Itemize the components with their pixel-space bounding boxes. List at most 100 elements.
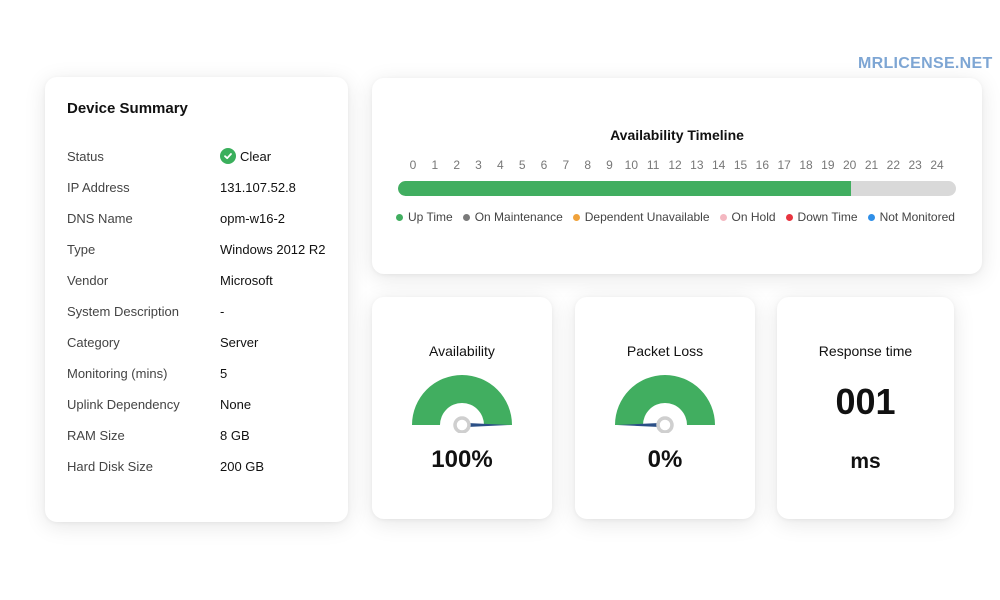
legend-dot-icon: [719, 213, 727, 221]
hour-tick-12: 12: [668, 158, 682, 172]
summary-key: System Description: [67, 304, 179, 319]
hour-tick-16: 16: [755, 158, 770, 172]
legend-item: Up Time: [396, 210, 453, 224]
hour-tick-15: 15: [733, 158, 748, 172]
hour-tick-17: 17: [777, 158, 791, 172]
packet-loss-title: Packet Loss: [626, 343, 704, 359]
summary-value: 8 GB: [220, 428, 250, 443]
summary-row-type: Type Windows 2012 R2: [67, 242, 337, 273]
summary-value: opm-w16-2: [220, 211, 286, 226]
device-summary-title: Device Summary: [67, 100, 188, 117]
summary-row-ram-size: RAM Size 8 GB: [67, 428, 337, 459]
hour-tick-11: 11: [646, 158, 660, 172]
hour-tick-8: 8: [584, 158, 591, 172]
hour-tick-3: 3: [475, 158, 482, 172]
hour-tick-14: 14: [711, 158, 726, 172]
summary-key: IP Address: [67, 180, 130, 195]
legend-label: On Maintenance: [474, 210, 563, 224]
summary-value: Server: [220, 335, 259, 350]
summary-key: DNS Name: [67, 211, 133, 226]
legend-dot-icon: [572, 213, 580, 221]
summary-value: Windows 2012 R2: [220, 242, 326, 257]
legend-dot-icon: [785, 213, 793, 221]
legend-label: Dependent Unavailable: [584, 210, 710, 224]
summary-row-vendor: Vendor Microsoft: [67, 273, 337, 304]
packet-loss-value: 0%: [647, 446, 683, 473]
summary-row-uplink-dependency: Uplink Dependency None: [67, 397, 337, 428]
summary-key: Hard Disk Size: [67, 459, 153, 474]
hour-tick-2: 2: [453, 158, 460, 172]
hour-tick-0: 0: [409, 158, 417, 172]
response-time-value: 001: [835, 381, 896, 422]
availability-gauge: [412, 375, 512, 433]
hour-tick-6: 6: [540, 158, 548, 172]
summary-value: 5: [220, 366, 228, 381]
legend-label: Up Time: [408, 210, 453, 224]
hour-tick-10: 10: [624, 158, 639, 172]
uptime-fill: [398, 181, 852, 196]
timeline-track[interactable]: [398, 181, 956, 196]
summary-key: Type: [67, 242, 96, 257]
legend-dot-icon: [396, 213, 403, 221]
hour-tick-22: 22: [886, 158, 901, 172]
summary-value: -: [220, 304, 225, 319]
summary-key: Category: [67, 335, 120, 350]
summary-row-dns-name: DNS Name opm-w16-2: [67, 211, 337, 242]
legend-dot-icon: [867, 213, 875, 221]
hour-tick-20: 20: [842, 158, 857, 172]
timeline-title: Availability Timeline: [610, 127, 744, 143]
summary-row-hard-disk-size: Hard Disk Size 200 GB: [67, 459, 337, 490]
summary-key: Vendor: [67, 273, 109, 288]
hour-tick-13: 13: [690, 158, 704, 172]
hour-tick-9: 9: [606, 158, 613, 172]
summary-key: Status: [67, 149, 104, 164]
summary-value: Microsoft: [220, 273, 273, 288]
summary-row-category: Category Server: [67, 335, 337, 366]
availability-title: Availability: [429, 343, 495, 359]
device-summary-card: Device Summary Status Clear IP Address 1…: [45, 77, 348, 522]
hour-tick-1: 1: [431, 158, 439, 172]
check-circle-icon: [220, 148, 236, 164]
legend-item: On Maintenance: [462, 210, 563, 224]
hour-tick-5: 5: [518, 158, 526, 172]
watermark-text: MRLICENSE.NET: [858, 55, 993, 72]
summary-key: Monitoring (mins): [67, 366, 168, 381]
hour-tick-19: 19: [821, 158, 835, 172]
response-time-unit: ms: [850, 450, 881, 473]
legend-item: On Hold: [719, 210, 776, 224]
packet-loss-card: Packet Loss 0%: [575, 297, 755, 519]
legend-item: Dependent Unavailable: [572, 210, 710, 224]
legend-item: Not Monitored: [867, 210, 955, 224]
availability-timeline-card: Availability Timeline 0 1 2 3 4 5 6 7 8 9 10 11 12 13…: [372, 78, 982, 274]
summary-row-monitoring: Monitoring (mins) 5: [67, 366, 337, 397]
summary-row-status: Status Clear: [67, 148, 337, 180]
hour-tick-24: 24: [930, 158, 944, 172]
summary-key: Uplink Dependency: [67, 397, 180, 412]
timeline-legend: Up Time On Maintenance Dependent Unavailab…: [396, 210, 965, 224]
summary-key: RAM Size: [67, 428, 125, 443]
summary-row-system-description: System Description -: [67, 304, 337, 335]
hour-tick-21: 21: [864, 158, 879, 172]
gauge-hub: [656, 416, 674, 433]
summary-value: None: [220, 397, 252, 412]
gauge-hub: [453, 416, 471, 433]
response-time-card: Response time 001 ms: [777, 297, 954, 519]
response-time-title: Response time: [818, 343, 913, 359]
legend-label: Down Time: [797, 210, 858, 224]
status-text: Clear: [240, 149, 272, 164]
hour-tick-7: 7: [562, 158, 570, 172]
summary-value: 200 GB: [220, 459, 265, 474]
summary-value: Clear: [220, 148, 272, 164]
legend-dot-icon: [462, 213, 470, 221]
device-summary-list: Status Clear IP Address 131.107.52.8 DNS…: [67, 148, 337, 490]
legend-label: Not Monitored: [879, 210, 955, 224]
hour-tick-23: 23: [908, 158, 922, 172]
summary-row-ip-address: IP Address 131.107.52.8: [67, 180, 337, 211]
legend-label: On Hold: [731, 210, 776, 224]
hour-tick-4: 4: [496, 158, 504, 172]
summary-value: 131.107.52.8: [220, 180, 296, 195]
availability-value: 100%: [431, 446, 493, 473]
hour-tick-18: 18: [799, 158, 813, 172]
timeline-hour-ticks: 0 1 2 3 4 5 6 7 8 9 10 11 12 13 14 15 16 17 18 19 20 21 22 23 24: [398, 158, 958, 172]
legend-item: Down Time: [785, 210, 858, 224]
